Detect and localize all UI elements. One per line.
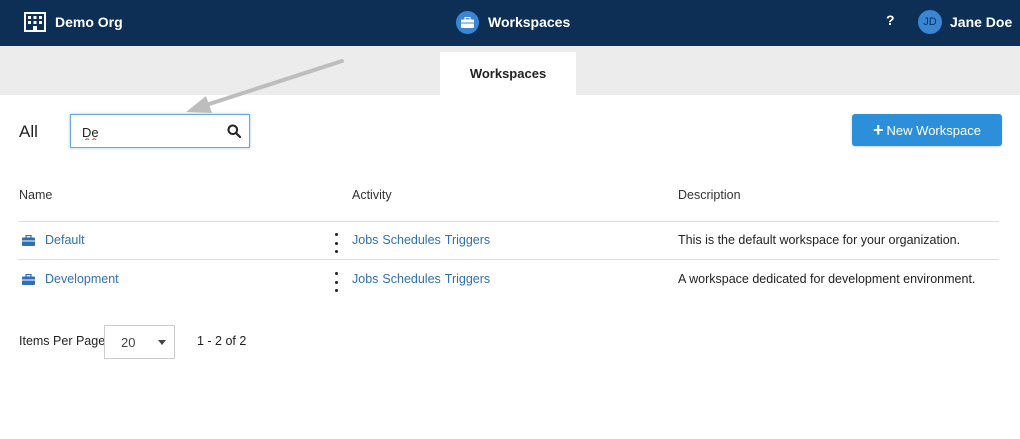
schedules-link[interactable]: Schedules bbox=[382, 272, 440, 286]
pagination-range: 1 - 2 of 2 bbox=[197, 334, 247, 348]
items-per-page-value: 20 bbox=[121, 335, 136, 350]
table-row: Development Jobs Schedules Triggers A wo… bbox=[18, 260, 999, 299]
org-switcher[interactable]: Demo Org bbox=[24, 0, 123, 44]
workspace-name: Default bbox=[45, 233, 85, 247]
triggers-link[interactable]: Triggers bbox=[445, 233, 490, 247]
briefcase-icon bbox=[22, 273, 35, 285]
section-title: Workspaces bbox=[456, 0, 570, 44]
row-actions-kebab-icon[interactable] bbox=[332, 233, 340, 253]
building-icon bbox=[24, 12, 46, 32]
search-icon[interactable] bbox=[227, 124, 241, 138]
activity-links: Jobs Schedules Triggers bbox=[352, 272, 490, 286]
triggers-link[interactable]: Triggers bbox=[445, 272, 490, 286]
tab-strip: Workspaces bbox=[0, 46, 1020, 95]
chevron-down-icon bbox=[158, 340, 166, 345]
plus-icon: + bbox=[873, 120, 884, 140]
row-actions-kebab-icon[interactable] bbox=[332, 272, 340, 292]
search-input[interactable] bbox=[82, 123, 222, 141]
search-box bbox=[70, 114, 250, 148]
table-row: Default Jobs Schedules Triggers This is … bbox=[18, 221, 999, 260]
new-workspace-button-label: New Workspace bbox=[886, 122, 981, 138]
help-icon[interactable]: ? bbox=[886, 12, 895, 28]
workspace-description: This is the default workspace for your o… bbox=[678, 233, 961, 247]
column-header-name[interactable]: Name bbox=[19, 188, 52, 202]
workspace-link[interactable]: Development bbox=[22, 272, 119, 286]
avatar: JD bbox=[918, 10, 942, 34]
schedules-link[interactable]: Schedules bbox=[382, 233, 440, 247]
top-navigation-bar: Demo Org Workspaces ? JD Jane Doe bbox=[0, 0, 1020, 46]
items-per-page-label: Items Per Page bbox=[19, 334, 106, 348]
workspace-link[interactable]: Default bbox=[22, 233, 85, 247]
new-workspace-button[interactable]: + New Workspace bbox=[852, 114, 1002, 146]
filter-label-all: All bbox=[19, 122, 38, 141]
briefcase-icon bbox=[456, 10, 479, 34]
user-name: Jane Doe bbox=[950, 14, 1013, 30]
column-header-description[interactable]: Description bbox=[678, 188, 741, 202]
tab-workspaces[interactable]: Workspaces bbox=[440, 52, 576, 95]
items-per-page-select[interactable]: 20 bbox=[104, 325, 175, 359]
workspace-name: Development bbox=[45, 272, 119, 286]
org-name: Demo Org bbox=[55, 14, 123, 30]
user-menu[interactable]: JD Jane Doe bbox=[918, 0, 1012, 44]
jobs-link[interactable]: Jobs bbox=[352, 272, 378, 286]
briefcase-icon bbox=[22, 234, 35, 246]
activity-links: Jobs Schedules Triggers bbox=[352, 233, 490, 247]
jobs-link[interactable]: Jobs bbox=[352, 233, 378, 247]
column-header-activity[interactable]: Activity bbox=[352, 188, 392, 202]
section-title-label: Workspaces bbox=[488, 14, 571, 30]
workspace-description: A workspace dedicated for development en… bbox=[678, 272, 976, 286]
